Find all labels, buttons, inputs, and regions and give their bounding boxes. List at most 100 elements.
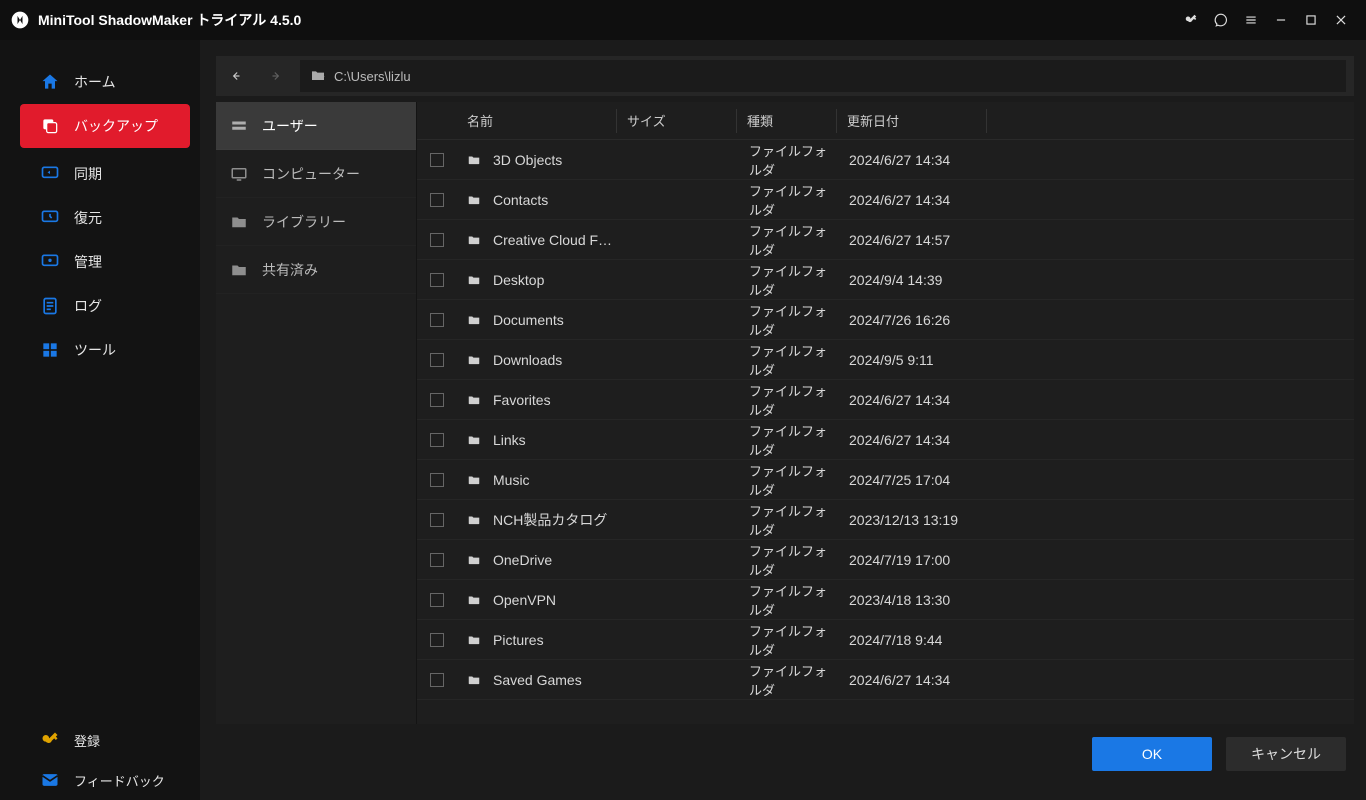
sidebar-item-manage[interactable]: 管理 (0, 240, 200, 284)
sidebar-item-label: ログ (74, 296, 102, 316)
sidebar-item-log[interactable]: ログ (0, 284, 200, 328)
row-checkbox[interactable] (417, 313, 457, 327)
sidebar-item-register[interactable]: 登録 (0, 720, 200, 760)
row-checkbox[interactable] (417, 633, 457, 647)
folder-icon (467, 393, 483, 407)
row-checkbox[interactable] (417, 473, 457, 487)
file-browser: ユーザー コンピューター ライブラリー 共有済み 名前 (216, 102, 1354, 724)
mail-icon (40, 770, 60, 790)
row-name: Music (457, 472, 739, 488)
row-checkbox[interactable] (417, 393, 457, 407)
cancel-button[interactable]: キャンセル (1226, 737, 1346, 771)
file-row[interactable]: Contactsファイルフォルダ2024/6/27 14:34 (417, 180, 1354, 220)
folder-icon (467, 153, 483, 167)
path-text: C:\Users\lizlu (334, 69, 411, 84)
file-row[interactable]: 3D Objectsファイルフォルダ2024/6/27 14:34 (417, 140, 1354, 180)
file-row[interactable]: Documentsファイルフォルダ2024/7/26 16:26 (417, 300, 1354, 340)
minimize-icon[interactable] (1266, 5, 1296, 35)
nav-back-button[interactable] (216, 56, 256, 96)
row-name: Pictures (457, 632, 739, 648)
row-kind: ファイルフォルダ (739, 381, 839, 419)
maximize-icon[interactable] (1296, 5, 1326, 35)
sidebar-item-backup[interactable]: バックアップ (20, 104, 190, 148)
row-date: 2024/6/27 14:34 (839, 152, 1354, 168)
file-row[interactable]: Favoritesファイルフォルダ2024/6/27 14:34 (417, 380, 1354, 420)
tools-icon (40, 340, 60, 360)
row-date: 2024/6/27 14:34 (839, 392, 1354, 408)
sidebar-item-tools[interactable]: ツール (0, 328, 200, 372)
row-name: Desktop (457, 272, 739, 288)
row-checkbox[interactable] (417, 673, 457, 687)
place-users[interactable]: ユーザー (216, 102, 416, 150)
row-checkbox[interactable] (417, 233, 457, 247)
file-row[interactable]: Downloadsファイルフォルダ2024/9/5 9:11 (417, 340, 1354, 380)
place-library[interactable]: ライブラリー (216, 198, 416, 246)
row-kind: ファイルフォルダ (739, 461, 839, 499)
file-list[interactable]: 3D Objectsファイルフォルダ2024/6/27 14:34Contact… (417, 140, 1354, 724)
sidebar-item-restore[interactable]: 復元 (0, 196, 200, 240)
folder-icon (467, 233, 483, 247)
titlebar: MiniTool ShadowMaker トライアル 4.5.0 (0, 0, 1366, 40)
row-date: 2024/7/26 16:26 (839, 312, 1354, 328)
place-label: 共有済み (262, 260, 318, 280)
folder-icon (467, 313, 483, 327)
sidebar-item-feedback[interactable]: フィードバック (0, 760, 200, 800)
content-pane: C:\Users\lizlu ユーザー コンピューター ライブラリー (200, 40, 1366, 800)
row-name: Saved Games (457, 672, 739, 688)
sidebar-item-label: 同期 (74, 164, 102, 184)
sidebar-item-label: バックアップ (74, 116, 158, 136)
row-checkbox[interactable] (417, 433, 457, 447)
close-icon[interactable] (1326, 5, 1356, 35)
folder-icon (467, 593, 483, 607)
row-checkbox[interactable] (417, 153, 457, 167)
file-row[interactable]: Creative Cloud F…ファイルフォルダ2024/6/27 14:57 (417, 220, 1354, 260)
row-kind: ファイルフォルダ (739, 501, 839, 539)
row-name: OneDrive (457, 552, 739, 568)
row-date: 2024/7/18 9:44 (839, 632, 1354, 648)
help-icon[interactable] (1206, 5, 1236, 35)
file-row[interactable]: Picturesファイルフォルダ2024/7/18 9:44 (417, 620, 1354, 660)
place-label: ライブラリー (262, 212, 346, 232)
row-name: Favorites (457, 392, 739, 408)
row-checkbox[interactable] (417, 553, 457, 567)
folder-icon (467, 633, 483, 647)
file-row[interactable]: Linksファイルフォルダ2024/6/27 14:34 (417, 420, 1354, 460)
sidebar-item-sync[interactable]: 同期 (0, 152, 200, 196)
nav-forward-button[interactable] (256, 56, 296, 96)
license-key-icon[interactable] (1176, 5, 1206, 35)
column-name[interactable]: 名前 (457, 109, 617, 133)
row-name: Creative Cloud F… (457, 232, 739, 248)
file-pane: 名前 サイズ 種類 更新日付 3D Objectsファイルフォルダ2024/6/… (416, 102, 1354, 724)
row-checkbox[interactable] (417, 593, 457, 607)
row-kind: ファイルフォルダ (739, 261, 839, 299)
file-row[interactable]: OpenVPNファイルフォルダ2023/4/18 13:30 (417, 580, 1354, 620)
row-checkbox[interactable] (417, 353, 457, 367)
users-icon (230, 117, 248, 135)
column-size[interactable]: サイズ (617, 109, 737, 133)
ok-button[interactable]: OK (1092, 737, 1212, 771)
place-shared[interactable]: 共有済み (216, 246, 416, 294)
column-kind[interactable]: 種類 (737, 109, 837, 133)
row-name: 3D Objects (457, 152, 739, 168)
sidebar-item-home[interactable]: ホーム (0, 60, 200, 104)
file-row[interactable]: NCH製品カタログファイルフォルダ2023/12/13 13:19 (417, 500, 1354, 540)
file-row[interactable]: Musicファイルフォルダ2024/7/25 17:04 (417, 460, 1354, 500)
sidebar-item-label: ツール (74, 340, 116, 360)
place-label: コンピューター (262, 164, 360, 184)
file-row[interactable]: Desktopファイルフォルダ2024/9/4 14:39 (417, 260, 1354, 300)
place-computer[interactable]: コンピューター (216, 150, 416, 198)
sidebar-item-label: 復元 (74, 208, 102, 228)
file-row[interactable]: Saved Gamesファイルフォルダ2024/6/27 14:34 (417, 660, 1354, 700)
column-date[interactable]: 更新日付 (837, 109, 987, 133)
row-checkbox[interactable] (417, 513, 457, 527)
row-checkbox[interactable] (417, 273, 457, 287)
row-date: 2023/12/13 13:19 (839, 512, 1354, 528)
row-kind: ファイルフォルダ (739, 621, 839, 659)
row-checkbox[interactable] (417, 193, 457, 207)
row-kind: ファイルフォルダ (739, 341, 839, 379)
row-date: 2024/9/5 9:11 (839, 352, 1354, 368)
column-checkbox (417, 109, 457, 133)
file-row[interactable]: OneDriveファイルフォルダ2024/7/19 17:00 (417, 540, 1354, 580)
path-input[interactable]: C:\Users\lizlu (300, 60, 1346, 92)
menu-icon[interactable] (1236, 5, 1266, 35)
